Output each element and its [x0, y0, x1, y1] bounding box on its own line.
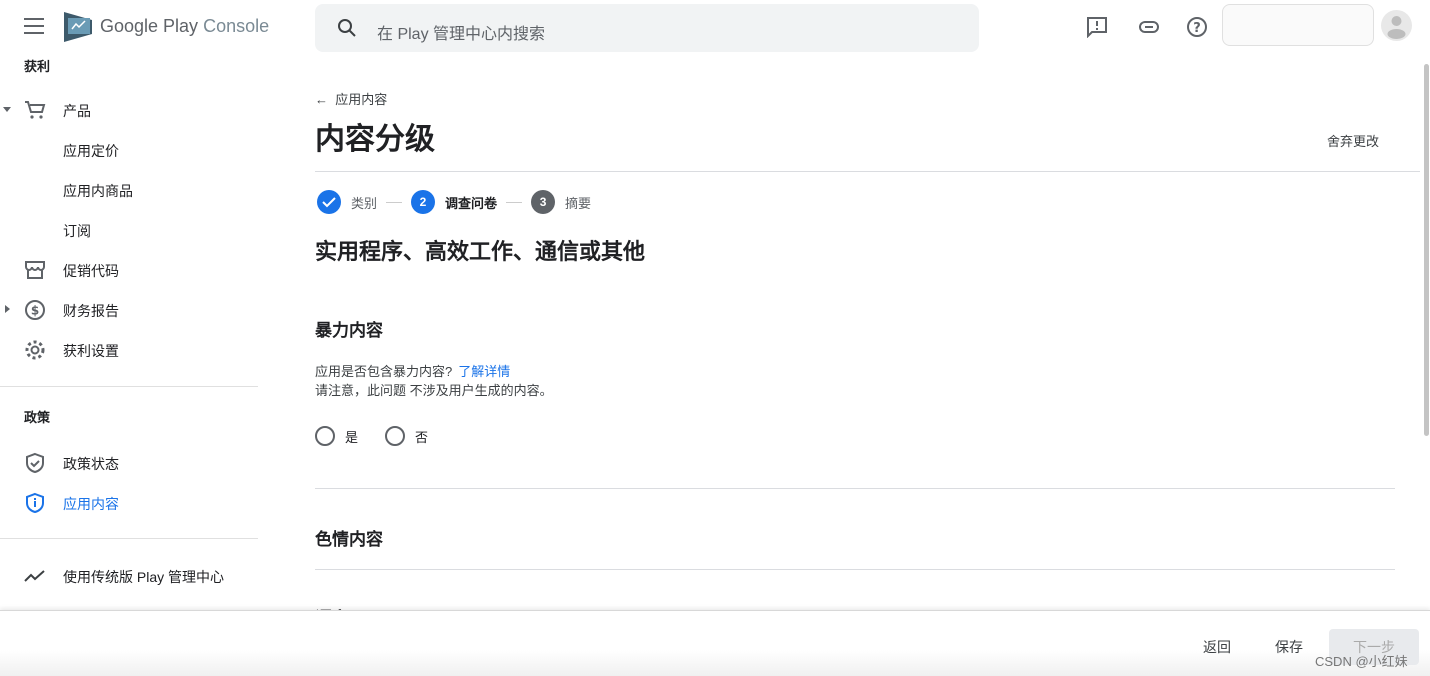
sidebar-item-label: 订阅 [63, 223, 91, 239]
back-link[interactable]: ← 应用内容 [315, 89, 387, 108]
category-title: 实用程序、高效工作、通信或其他 [315, 239, 646, 264]
search-input[interactable]: 在 Play 管理中心内搜索 [315, 4, 979, 52]
save-button[interactable]: 保存 [1275, 637, 1303, 657]
question-text: 应用是否包含暴力内容? [315, 364, 453, 379]
feedback-icon[interactable] [1086, 16, 1108, 38]
cart-icon [25, 101, 46, 119]
sidebar-item-app-pricing[interactable]: 应用定价 [0, 132, 260, 168]
sidebar-item-label: 促销代码 [63, 263, 119, 279]
menu-icon[interactable] [24, 18, 44, 34]
sidebar-item-policy-status[interactable]: 政策状态 [0, 445, 260, 481]
gear-icon [25, 340, 45, 360]
shield-info-icon [26, 492, 44, 514]
page-title: 内容分级 [315, 123, 435, 156]
radio-circle[interactable] [315, 426, 335, 446]
search-placeholder: 在 Play 管理中心内搜索 [377, 26, 546, 43]
sidebar-item-label: 政策状态 [63, 456, 119, 472]
logo-console: Console [203, 16, 270, 36]
step-connector [506, 201, 523, 203]
sidebar-item-label: 应用内容 [63, 496, 119, 512]
sidebar-item-subscriptions[interactable]: 订阅 [0, 212, 260, 248]
step-summary[interactable]: 摘要 [565, 193, 591, 212]
sidebar-item-products[interactable]: 产品 [0, 92, 260, 128]
shield-check-icon [26, 452, 44, 474]
link-icon[interactable] [1138, 18, 1160, 36]
sidebar-item-app-content[interactable]: 应用内容 [0, 485, 260, 521]
discard-changes-button[interactable]: 舍弃更改 [1327, 131, 1379, 150]
sexual-content-title: 色情内容 [315, 530, 383, 549]
svg-text:$: $ [31, 304, 39, 318]
top-bar: Google Play Console 在 Play 管理中心内搜索 ? [0, 0, 1430, 56]
help-icon[interactable]: ? [1186, 16, 1208, 38]
divider [315, 488, 1395, 489]
back-label: 应用内容 [335, 92, 388, 107]
radio-yes[interactable]: 是 [315, 426, 358, 446]
sidebar-item-label: 获利设置 [63, 343, 119, 359]
sidebar-item-label: 应用定价 [63, 143, 119, 159]
violence-question: 应用是否包含暴力内容? 了解详情请注意，此问题 不涉及用户生成的内容。 [315, 362, 553, 400]
learn-more-link[interactable]: 了解详情 [458, 364, 510, 379]
step-number: 2 [411, 190, 436, 214]
divider [315, 569, 1395, 570]
account-switcher[interactable] [1222, 4, 1374, 46]
logo-google-play: Google Play [100, 16, 199, 36]
sidebar-item-in-app-products[interactable]: 应用内商品 [0, 172, 260, 208]
radio-label: 否 [415, 429, 429, 445]
scrollbar[interactable] [1424, 64, 1429, 436]
violence-title: 暴力内容 [315, 321, 383, 340]
svg-text:?: ? [1193, 21, 1201, 36]
step-questionnaire[interactable]: 调查问卷 [445, 193, 497, 212]
sidebar-item-label: 使用传统版 Play 管理中心 [63, 569, 225, 585]
question-note: 请注意，此问题 不涉及用户生成的内容。 [315, 383, 553, 398]
store-icon [25, 261, 45, 279]
sidebar: 获利 产品 应用定价 应用内商品 订阅 促销代码 $ 财务报告 获利设置 政策 … [0, 56, 260, 612]
sidebar-item-label: 应用内商品 [63, 183, 133, 199]
play-console-logo[interactable] [64, 12, 92, 42]
logo-text: Google Play Console [100, 16, 269, 37]
footer-bar: 返回 保存 下一步 CSDN @小红妹 [0, 610, 1430, 676]
step-connector [386, 201, 403, 203]
back-button[interactable]: 返回 [1203, 637, 1231, 657]
radio-label: 是 [345, 429, 359, 445]
step-category[interactable]: 类别 [351, 193, 377, 212]
arrow-left-icon: ← [315, 92, 328, 107]
sidebar-item-legacy-console[interactable]: 使用传统版 Play 管理中心 [0, 558, 260, 594]
divider [0, 386, 258, 387]
section-policy: 政策 [24, 410, 51, 425]
step-number: 3 [531, 190, 556, 214]
stepper: 类别 2 调查问卷 3 摘要 [317, 190, 591, 214]
caret-down-icon[interactable] [3, 107, 11, 112]
divider [0, 538, 258, 539]
caret-right-icon[interactable] [5, 305, 10, 313]
sidebar-item-financial-reports[interactable]: $ 财务报告 [0, 292, 260, 328]
sidebar-item-monetization-settings[interactable]: 获利设置 [0, 332, 260, 368]
divider [315, 171, 1420, 172]
section-monetize: 获利 [24, 59, 51, 74]
avatar[interactable] [1381, 10, 1412, 41]
search-icon [338, 19, 356, 37]
radio-no[interactable]: 否 [385, 426, 428, 446]
radio-circle[interactable] [385, 426, 405, 446]
trending-icon [24, 570, 45, 582]
check-icon [317, 190, 341, 214]
dollar-icon: $ [25, 300, 45, 320]
sidebar-item-promo-codes[interactable]: 促销代码 [0, 252, 260, 288]
watermark: CSDN @小红妹 [1315, 654, 1408, 669]
sidebar-item-label: 财务报告 [63, 303, 119, 319]
sidebar-item-label: 产品 [63, 103, 91, 119]
